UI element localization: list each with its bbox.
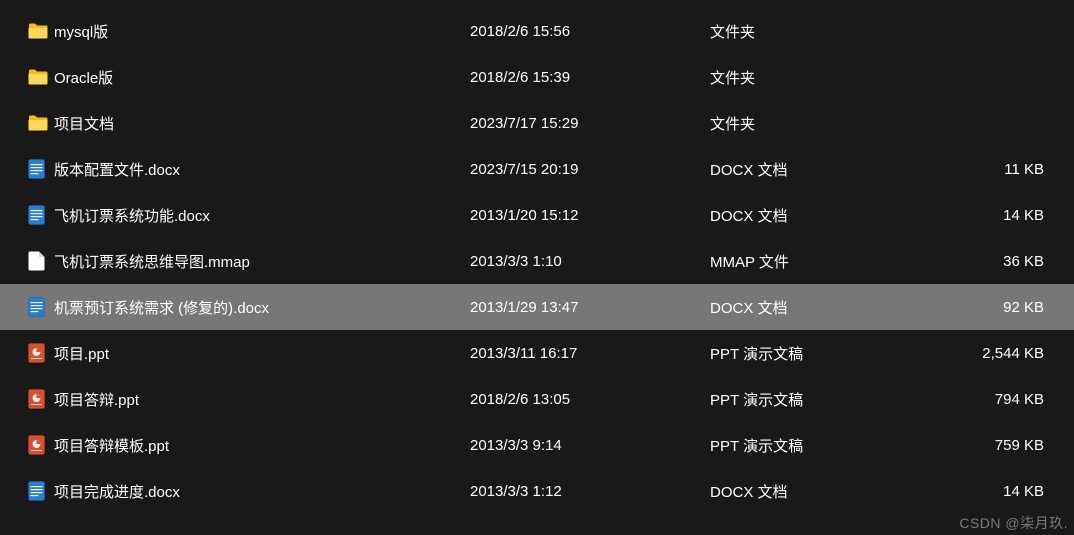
file-name: 机票预订系统需求 (修复的).docx <box>54 297 470 318</box>
file-name: 项目答辩模板.ppt <box>54 435 470 456</box>
file-name: 项目答辩.ppt <box>54 389 470 410</box>
file-size: 759 KB <box>930 437 1044 454</box>
file-size: 11 KB <box>930 161 1044 178</box>
file-type: MMAP 文件 <box>710 251 930 272</box>
folder-icon <box>28 115 48 131</box>
file-name: 项目完成进度.docx <box>54 481 470 502</box>
file-name: 飞机订票系统功能.docx <box>54 205 470 226</box>
file-size: 2,544 KB <box>930 345 1044 362</box>
file-type: DOCX 文档 <box>710 159 930 180</box>
file-date-modified: 2018/2/6 15:39 <box>470 69 710 86</box>
word-document-icon <box>28 481 45 501</box>
file-name: 版本配置文件.docx <box>54 159 470 180</box>
file-type: 文件夹 <box>710 113 930 134</box>
file-row[interactable]: mysql版2018/2/6 15:56文件夹 <box>0 8 1074 54</box>
word-document-icon <box>28 297 45 317</box>
file-type: 文件夹 <box>710 21 930 42</box>
file-type: DOCX 文档 <box>710 297 930 318</box>
file-row[interactable]: 版本配置文件.docx2023/7/15 20:19DOCX 文档11 KB <box>0 146 1074 192</box>
file-icon-cell <box>28 389 54 409</box>
file-icon-cell <box>28 205 54 225</box>
file-date-modified: 2018/2/6 15:56 <box>470 23 710 40</box>
powerpoint-icon <box>28 435 45 455</box>
file-row[interactable]: 项目完成进度.docx2013/3/3 1:12DOCX 文档14 KB <box>0 468 1074 514</box>
file-row[interactable]: 项目.ppt2013/3/11 16:17PPT 演示文稿2,544 KB <box>0 330 1074 376</box>
file-list: mysql版2018/2/6 15:56文件夹Oracle版2018/2/6 1… <box>0 0 1074 514</box>
file-icon-cell <box>28 435 54 455</box>
file-date-modified: 2013/3/3 1:10 <box>470 253 710 270</box>
file-name: 飞机订票系统思维导图.mmap <box>54 251 470 272</box>
file-name: Oracle版 <box>54 67 470 88</box>
file-icon-cell <box>28 343 54 363</box>
folder-icon <box>28 69 48 85</box>
file-date-modified: 2013/1/29 13:47 <box>470 299 710 316</box>
generic-file-icon <box>28 251 45 271</box>
watermark: CSDN @柒月玖. <box>959 513 1068 533</box>
file-type: DOCX 文档 <box>710 205 930 226</box>
file-icon-cell <box>28 251 54 271</box>
file-size: 92 KB <box>930 299 1044 316</box>
file-type: DOCX 文档 <box>710 481 930 502</box>
powerpoint-icon <box>28 389 45 409</box>
file-icon-cell <box>28 69 54 85</box>
file-row[interactable]: 飞机订票系统思维导图.mmap2013/3/3 1:10MMAP 文件36 KB <box>0 238 1074 284</box>
file-date-modified: 2023/7/17 15:29 <box>470 115 710 132</box>
file-icon-cell <box>28 23 54 39</box>
word-document-icon <box>28 205 45 225</box>
file-row[interactable]: Oracle版2018/2/6 15:39文件夹 <box>0 54 1074 100</box>
file-icon-cell <box>28 159 54 179</box>
file-size: 14 KB <box>930 483 1044 500</box>
file-row[interactable]: 飞机订票系统功能.docx2013/1/20 15:12DOCX 文档14 KB <box>0 192 1074 238</box>
file-name: 项目.ppt <box>54 343 470 364</box>
file-date-modified: 2023/7/15 20:19 <box>470 161 710 178</box>
file-type: PPT 演示文稿 <box>710 389 930 410</box>
file-date-modified: 2013/1/20 15:12 <box>470 207 710 224</box>
file-name: 项目文档 <box>54 113 470 134</box>
file-date-modified: 2013/3/11 16:17 <box>470 345 710 362</box>
file-size: 794 KB <box>930 391 1044 408</box>
file-row[interactable]: 机票预订系统需求 (修复的).docx2013/1/29 13:47DOCX 文… <box>0 284 1074 330</box>
file-name: mysql版 <box>54 21 470 42</box>
file-date-modified: 2013/3/3 1:12 <box>470 483 710 500</box>
file-row[interactable]: 项目答辩模板.ppt2013/3/3 9:14PPT 演示文稿759 KB <box>0 422 1074 468</box>
file-row[interactable]: 项目文档2023/7/17 15:29文件夹 <box>0 100 1074 146</box>
file-icon-cell <box>28 115 54 131</box>
folder-icon <box>28 23 48 39</box>
file-row[interactable]: 项目答辩.ppt2018/2/6 13:05PPT 演示文稿794 KB <box>0 376 1074 422</box>
file-type: PPT 演示文稿 <box>710 343 930 364</box>
file-date-modified: 2018/2/6 13:05 <box>470 391 710 408</box>
file-size: 36 KB <box>930 253 1044 270</box>
file-type: PPT 演示文稿 <box>710 435 930 456</box>
file-date-modified: 2013/3/3 9:14 <box>470 437 710 454</box>
file-icon-cell <box>28 297 54 317</box>
powerpoint-icon <box>28 343 45 363</box>
word-document-icon <box>28 159 45 179</box>
file-type: 文件夹 <box>710 67 930 88</box>
file-icon-cell <box>28 481 54 501</box>
file-size: 14 KB <box>930 207 1044 224</box>
